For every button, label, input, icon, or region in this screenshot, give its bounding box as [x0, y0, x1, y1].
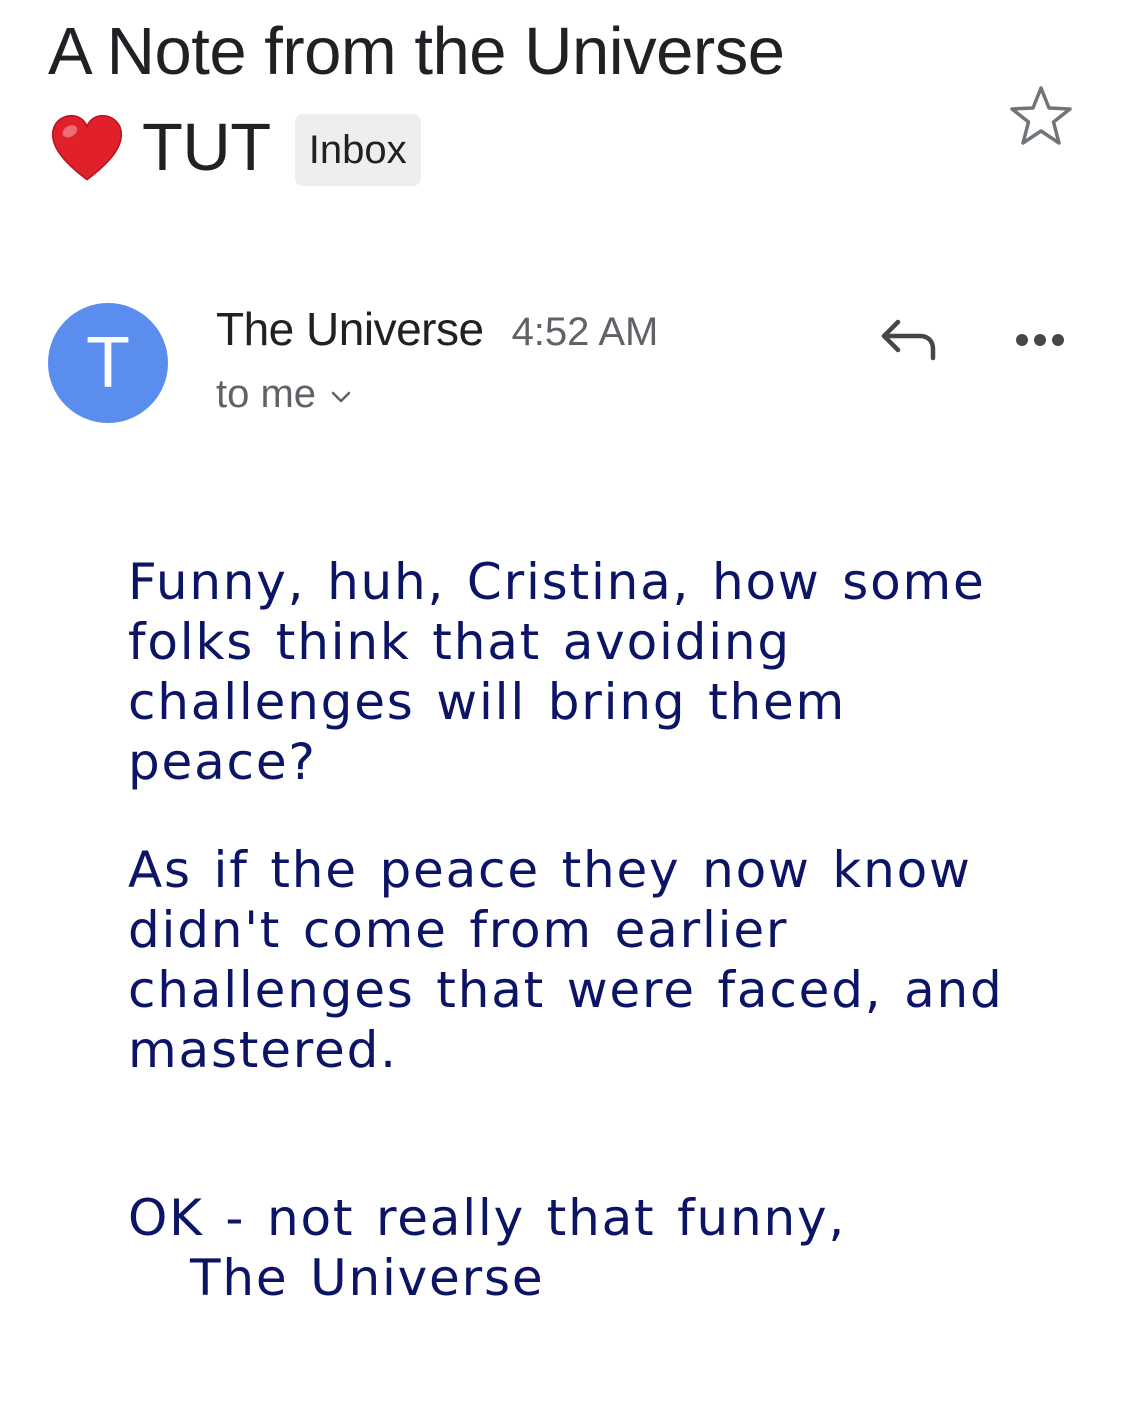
recipient-text: to me: [216, 372, 317, 416]
body-signoff: OK - not really that funny, The Universe: [128, 1128, 1028, 1368]
avatar[interactable]: T: [48, 303, 168, 423]
sender-row: The Universe 4:52 AM: [216, 302, 658, 356]
body-paragraph-2: As if the peace they now know didn't com…: [128, 841, 1004, 1079]
chevron-down-icon: [331, 391, 351, 402]
subject-line-1: A Note from the Universe: [48, 14, 785, 89]
subject-line-2: TUT Inbox: [48, 100, 988, 196]
more-options-icon[interactable]: [1010, 320, 1070, 360]
subject-text-tut: TUT: [142, 110, 271, 185]
sender-name[interactable]: The Universe: [216, 302, 484, 356]
timestamp: 4:52 AM: [511, 310, 659, 354]
heart-icon: [51, 114, 123, 181]
inbox-label-chip[interactable]: Inbox: [294, 114, 421, 186]
signature: The Universe: [190, 1249, 545, 1307]
recipient-details-toggle[interactable]: to me: [216, 372, 352, 417]
email-body: Funny, huh, Cristina, how some folks thi…: [128, 552, 1028, 1416]
closing-line: OK - not really that funny,: [128, 1189, 847, 1247]
email-subject: A Note from the Universe TUT Inbox: [48, 4, 988, 196]
body-paragraph-1: Funny, huh, Cristina, how some folks thi…: [128, 553, 986, 791]
reply-icon[interactable]: [876, 310, 942, 370]
star-icon[interactable]: [1008, 84, 1074, 150]
